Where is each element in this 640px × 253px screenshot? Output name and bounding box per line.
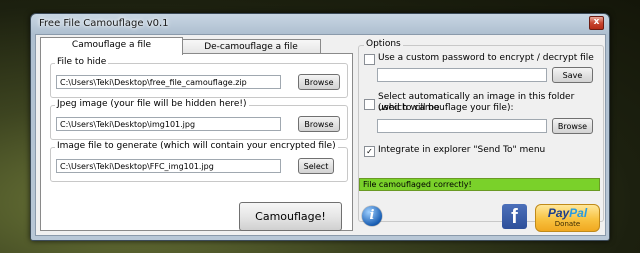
jpeg-image-input[interactable]: C:\Users\Teki\Desktop\img101.jpg xyxy=(56,117,281,131)
jpeg-image-label: Jpeg image (your file will be hidden her… xyxy=(55,99,249,109)
file-to-hide-label: File to hide xyxy=(55,57,109,67)
facebook-icon[interactable]: f xyxy=(502,204,527,229)
send-to-checkbox[interactable]: ✓ xyxy=(364,146,375,157)
output-image-label: Image file to generate (which will conta… xyxy=(55,141,338,151)
password-input[interactable] xyxy=(377,68,547,82)
donate-label: Donate xyxy=(554,220,581,228)
paypal-logo: PayPal xyxy=(536,207,599,220)
select-output-button[interactable]: Select xyxy=(298,158,334,174)
jpeg-image-group: Jpeg image (your file will be hidden her… xyxy=(50,99,348,140)
camouflage-panel: File to hide C:\Users\Teki\Desktop\free_… xyxy=(40,53,353,231)
browse-folder-button[interactable]: Browse xyxy=(552,118,593,134)
auto-select-checkbox[interactable] xyxy=(364,99,375,110)
output-image-input[interactable]: C:\Users\Teki\Desktop\FFC_img101.jpg xyxy=(56,159,281,173)
save-password-button[interactable]: Save xyxy=(552,67,593,83)
custom-password-checkbox[interactable] xyxy=(364,54,375,65)
auto-select-label-line2: used to camouflage your file): xyxy=(378,103,514,113)
info-icon[interactable]: i xyxy=(362,206,382,226)
send-to-label: Integrate in explorer "Send To" menu xyxy=(378,145,546,155)
file-to-hide-group: File to hide C:\Users\Teki\Desktop\free_… xyxy=(50,57,348,98)
browse-jpeg-button[interactable]: Browse xyxy=(298,116,340,132)
options-title: Options xyxy=(364,39,403,49)
auto-select-folder-input[interactable] xyxy=(377,119,547,133)
tab-camouflage[interactable]: Camouflage a file xyxy=(40,37,183,55)
custom-password-label: Use a custom password to encrypt / decry… xyxy=(378,53,594,63)
output-image-group: Image file to generate (which will conta… xyxy=(50,141,348,182)
status-bar: File camouflaged correctly! xyxy=(359,178,600,191)
file-to-hide-input[interactable]: C:\Users\Teki\Desktop\free_file_camoufla… xyxy=(56,75,281,89)
paypal-pal-text: Pal xyxy=(569,206,588,220)
app-window: Free File Camouflage v0.1 x Camouflage a… xyxy=(30,13,610,241)
paypal-donate-button[interactable]: PayPal Donate xyxy=(535,204,600,232)
camouflage-button[interactable]: Camouflage! xyxy=(239,202,342,231)
window-title: Free File Camouflage v0.1 xyxy=(39,18,169,29)
paypal-pay-text: Pay xyxy=(547,206,570,220)
browse-file-button[interactable]: Browse xyxy=(298,74,340,90)
title-bar[interactable]: Free File Camouflage v0.1 x xyxy=(31,14,609,34)
client-area: Camouflage a file De-camouflage a file F… xyxy=(35,34,606,236)
close-button[interactable]: x xyxy=(589,16,604,30)
